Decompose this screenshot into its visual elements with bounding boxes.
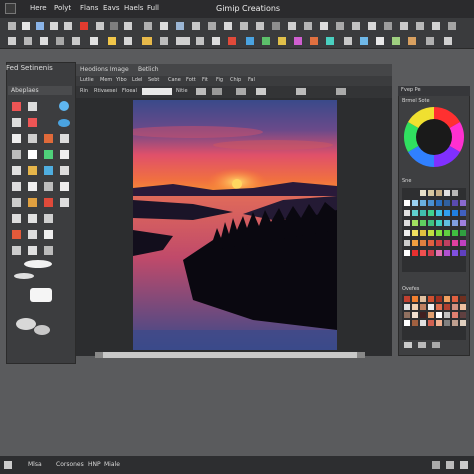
menu-item-haels[interactable]: Haels [124, 4, 143, 12]
option-icon[interactable] [196, 88, 206, 95]
palette-label: Ovefes [402, 286, 420, 292]
tool-options-bar: Rin Rtivaesei Floeal Nitie [76, 86, 392, 98]
app-logo-icon [5, 3, 16, 14]
window-title: Gimip Creations [216, 4, 281, 13]
menu-item-eavs[interactable]: Eavs [103, 4, 120, 12]
document-tab-bar: Heodions Image Betlich [76, 64, 392, 76]
doc-menu-item[interactable]: Chip [230, 77, 241, 83]
option-icon[interactable] [236, 88, 246, 95]
status-icon[interactable] [432, 461, 440, 469]
option-icon[interactable] [256, 88, 266, 95]
status-icon [4, 461, 12, 469]
menu-bar: Here Polyt Flans Eavs Haels Full Gimip C… [0, 0, 474, 18]
palette-edit-icon[interactable] [418, 342, 426, 348]
option-label[interactable]: Rin [80, 88, 88, 94]
toolbox-header: Fed Setinenis [6, 64, 53, 72]
horizontal-scrollbar[interactable] [95, 352, 365, 358]
color-wheel[interactable] [402, 104, 466, 170]
toolbar-icons [8, 22, 456, 30]
palette-grid[interactable] [402, 294, 466, 340]
scroll-left-icon[interactable] [95, 352, 103, 358]
dock-tab-bar: Fvep Pe [398, 86, 470, 96]
secondary-toolbar-icons[interactable] [0, 34, 474, 48]
tab-betlich[interactable]: Betlich [138, 66, 159, 73]
secondary-toolbar [0, 34, 474, 49]
tool-grid[interactable] [8, 98, 72, 338]
scroll-right-icon[interactable] [357, 352, 365, 358]
doc-menu-item[interactable]: Mem [100, 77, 112, 83]
doc-menu-item[interactable]: Fal [248, 77, 255, 83]
image-canvas[interactable] [133, 100, 337, 350]
status-icon[interactable] [460, 461, 468, 469]
doc-menu-item[interactable]: Fig [216, 77, 223, 83]
doc-menu-item[interactable]: Sebt [148, 77, 159, 83]
menu-item-polyt[interactable]: Polyt [54, 4, 71, 12]
doc-menu-item[interactable]: Cane [168, 77, 181, 83]
doc-menu-item[interactable]: Ylbo [116, 77, 127, 83]
tab-heodions-image[interactable]: Heodions Image [80, 66, 129, 73]
status-icon[interactable] [446, 461, 454, 469]
status-item[interactable]: Corsones [56, 461, 84, 468]
option-label[interactable]: Rtivaesei [94, 88, 117, 94]
doc-menu-item[interactable]: Fott [186, 77, 196, 83]
dock-tab-label[interactable]: Fvep Pe [401, 87, 421, 93]
doc-menu-item[interactable]: Fit [202, 77, 208, 83]
option-icon[interactable] [296, 88, 306, 95]
tool-options-tab[interactable]: Abeplaes [8, 86, 72, 95]
option-dropdown[interactable] [142, 88, 172, 95]
doc-menu-item[interactable]: Lutlie [80, 77, 94, 83]
palette-delete-icon[interactable] [432, 342, 440, 348]
main-toolbar [0, 18, 474, 35]
menu-item-flans[interactable]: Flans [80, 4, 98, 12]
menu-item-full[interactable]: Full [147, 4, 159, 12]
option-icon[interactable] [212, 88, 222, 95]
menu-item-here[interactable]: Here [30, 4, 47, 12]
toolbar-icon-group[interactable] [8, 22, 456, 30]
document-menu-bar: Lutlie Mem Ylbo Ldel Sebt Cane Fott Fit … [76, 76, 392, 86]
option-label[interactable]: Nitie [176, 88, 188, 94]
option-icon[interactable] [336, 88, 346, 95]
status-item[interactable]: Mlsa [28, 461, 42, 468]
status-item[interactable]: HNP [88, 461, 101, 468]
swatch-panel-label: Sne [402, 178, 412, 184]
swatch-grid[interactable] [402, 188, 466, 272]
doc-menu-item[interactable]: Ldel [132, 77, 142, 83]
status-bar: Mlsa Corsones HNP Miale [0, 456, 474, 474]
tool-options-label: Abeplaes [11, 87, 39, 94]
palette-new-icon[interactable] [404, 342, 412, 348]
status-item[interactable]: Miale [104, 461, 120, 468]
option-label[interactable]: Floeal [122, 88, 137, 94]
